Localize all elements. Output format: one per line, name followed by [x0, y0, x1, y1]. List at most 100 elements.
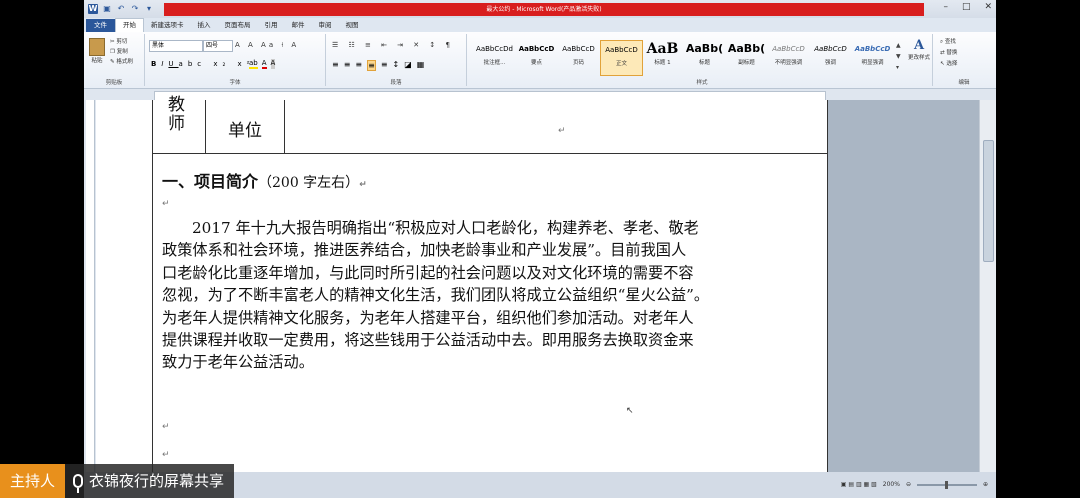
paragraph-line: 口老龄化比重逐年增加，与此同时所引起的社会问题以及对文化环境的需要不容	[162, 263, 694, 282]
cut-button[interactable]: ✂ 剪切	[110, 37, 133, 47]
heading-text: 一、项目简介	[162, 172, 259, 191]
line-spacing-icon[interactable]: ↕	[393, 60, 400, 71]
style-item[interactable]: AaBbCcDd 批注框...	[474, 40, 515, 74]
style-sample: AaBb(	[685, 42, 724, 55]
tab-home[interactable]: 开始	[115, 18, 144, 32]
document-area: 教师 单位 ↵ 一、项目简介（200 字左右）↵ ↵ 2017 年十九大报告明确…	[96, 96, 980, 472]
style-name: 要点	[530, 60, 542, 66]
maximize-button[interactable]: □	[962, 2, 971, 12]
style-sample: AaBbCcD	[814, 45, 847, 53]
style-name: 标题 1	[654, 60, 671, 66]
style-name: 副标题	[738, 60, 755, 66]
clipboard-group-label: 剪贴板	[105, 80, 123, 86]
char-shading-icon[interactable]: A	[270, 59, 276, 69]
replace-button[interactable]: ⇄ 替换	[940, 48, 957, 59]
distributed-icon[interactable]: ≡	[381, 60, 388, 71]
horizontal-ruler[interactable]	[84, 89, 996, 101]
tab-insert[interactable]: 插入	[191, 19, 218, 32]
table-cell-unit: 单位	[228, 121, 262, 141]
zoom-level[interactable]: 200%	[883, 481, 900, 488]
zoom-out-icon[interactable]: ⊖	[906, 481, 911, 488]
select-icon: ↖	[940, 61, 945, 67]
style-item[interactable]: AaB 标题 1	[642, 40, 683, 74]
minimize-button[interactable]: –	[943, 2, 948, 12]
paragraph-line: 忽视，为了不断丰富老人的精神文化生活，我们团队将成立公益组织“星火公益”。	[162, 286, 710, 305]
justify-icon[interactable]: ≡	[367, 60, 376, 71]
align-buttons[interactable]: ≡ ≡ ≡ ≡ ≡ ↕ ◪ ▦	[332, 60, 424, 71]
font-name-select[interactable]: 黑体	[149, 40, 203, 52]
brush-icon: ✎	[110, 59, 115, 65]
format-painter-button[interactable]: ✎ 格式刷	[110, 57, 133, 67]
zoom-in-icon[interactable]: ⊕	[983, 481, 988, 488]
tab-new[interactable]: 新建选项卡	[144, 19, 191, 32]
style-item[interactable]: AaBbCcD 页码	[558, 40, 599, 74]
paragraph-line: 为老年人提供精神文化服务，为老年人搭建平台，组织他们参加活动。对老年人	[162, 308, 694, 327]
style-item[interactable]: AaBbCcD 要点	[516, 40, 557, 74]
title-bar: W ▣ ↶ ↷ ▾ 最大公约 - Microsoft Word(产品激活失败) …	[84, 0, 996, 18]
window-title: 最大公约 - Microsoft Word(产品激活失败)	[164, 3, 924, 16]
copy-button[interactable]: ❐ 复制	[110, 47, 133, 57]
ribbon: 粘贴 ✂ 剪切 ❐ 复制 ✎ 格式刷 剪贴板 黑体 四号 A A Aa ⍿ A …	[84, 32, 996, 89]
style-sample: AaBbCcD	[605, 46, 638, 54]
undo-icon[interactable]: ↶	[116, 4, 126, 14]
font-color-icon[interactable]: A	[261, 59, 267, 69]
heading-note: （200 字左右）	[258, 175, 360, 191]
font-group-label: 字体	[229, 80, 241, 86]
style-sample: AaBbCcD	[562, 45, 595, 53]
tab-references[interactable]: 引用	[258, 19, 285, 32]
word-app-icon: W	[88, 4, 98, 14]
customize-qa-icon[interactable]: ▾	[144, 4, 154, 14]
style-gallery-scroll[interactable]: ▲ ▼ ▾	[896, 40, 901, 73]
change-styles-button[interactable]: A 更改样式	[906, 38, 932, 61]
editing-group: ⌕ 查找 ⇄ 替换 ↖ 选择 编辑	[934, 34, 994, 86]
paste-button[interactable]: 粘贴	[88, 38, 106, 64]
tab-file[interactable]: 文件	[86, 19, 115, 32]
replace-label: 替换	[946, 50, 958, 56]
scissors-icon: ✂	[110, 39, 115, 45]
style-item-selected[interactable]: AaBbCcD 正文	[600, 40, 643, 76]
document-page[interactable]: 教师 单位 ↵ 一、项目简介（200 字左右）↵ ↵ 2017 年十九大报告明确…	[96, 96, 828, 472]
share-label: 衣锦夜行的屏幕共享	[89, 472, 225, 490]
style-item[interactable]: AaBb( 标题	[684, 40, 725, 74]
style-item[interactable]: AaBbCcD 不明显强调	[768, 40, 809, 74]
paragraph-group-label: 段落	[390, 80, 402, 86]
format-painter-label: 格式刷	[116, 59, 133, 65]
tab-view[interactable]: 视图	[339, 19, 366, 32]
shading-icon[interactable]: ◪	[404, 60, 412, 71]
vertical-ruler[interactable]	[84, 100, 96, 472]
find-icon: ⌕	[940, 39, 944, 45]
paragraph-line: 2017 年十九大报告明确指出“积极应对人口老龄化，构建养老、孝老、敬老	[192, 219, 699, 237]
highlight-color-icon[interactable]: ab	[249, 59, 258, 69]
find-button[interactable]: ⌕ 查找	[940, 37, 957, 48]
align-right-icon[interactable]: ≡	[355, 60, 362, 71]
table-cell-teacher: 教师	[168, 95, 185, 134]
style-name: 标题	[698, 60, 710, 66]
font-size-select[interactable]: 四号	[203, 40, 233, 52]
view-buttons[interactable]: ▣ ▤ ▥ ▦ ▧	[841, 481, 877, 488]
save-icon[interactable]: ▣	[102, 4, 112, 14]
microphone-icon	[73, 474, 84, 493]
font-format-buttons[interactable]: BIUabc x₂ x²	[151, 60, 254, 68]
style-item[interactable]: AaBbCcD 强调	[810, 40, 851, 74]
change-styles-label: 更改样式	[907, 55, 930, 61]
align-center-icon[interactable]: ≡	[344, 60, 351, 71]
style-item[interactable]: AaBb( 副标题	[726, 40, 767, 74]
align-left-icon[interactable]: ≡	[332, 60, 339, 71]
tab-page-layout[interactable]: 页面布局	[218, 19, 258, 32]
styles-group: AaBbCcDd 批注框... AaBbCcD 要点 AaBbCcD 页码 Aa…	[472, 34, 933, 86]
style-item[interactable]: AaBbCcD 明显强调	[852, 40, 893, 74]
select-button[interactable]: ↖ 选择	[940, 59, 957, 70]
vertical-scrollbar[interactable]	[979, 100, 996, 472]
tab-review[interactable]: 审阅	[312, 19, 339, 32]
font-size-buttons[interactable]: A A Aa ⍿ A	[235, 41, 299, 50]
styles-group-label: 样式	[696, 80, 708, 86]
list-buttons[interactable]: ☰ ☷ ≡ ⇤ ⇥ ✕ ↕ ¶	[332, 41, 454, 49]
redo-icon[interactable]: ↷	[130, 4, 140, 14]
close-button[interactable]: ✕	[984, 2, 992, 12]
mouse-cursor-icon: ↖	[626, 406, 634, 416]
borders-icon[interactable]: ▦	[417, 60, 425, 71]
zoom-slider[interactable]	[916, 480, 977, 489]
change-styles-icon: A	[913, 38, 925, 53]
tab-mailings[interactable]: 邮件	[285, 19, 312, 32]
copy-label: 复制	[116, 49, 128, 55]
